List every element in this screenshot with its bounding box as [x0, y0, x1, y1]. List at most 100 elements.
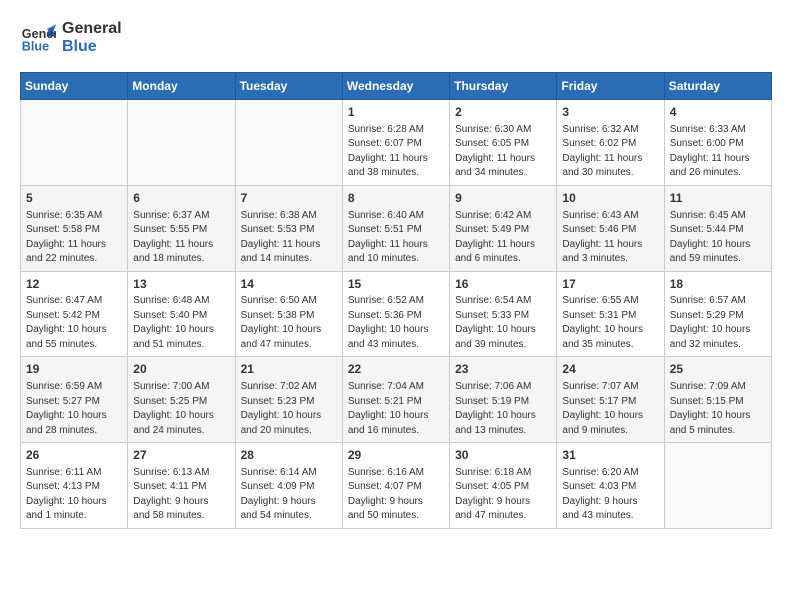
- day-number: 5: [26, 190, 122, 207]
- calendar-cell: 15Sunrise: 6:52 AM Sunset: 5:36 PM Dayli…: [342, 271, 449, 357]
- day-info: Sunrise: 6:14 AM Sunset: 4:09 PM Dayligh…: [241, 466, 337, 524]
- day-number: 23: [455, 361, 551, 378]
- calendar-cell: 3 Sunrise: 6:32 AM Sunset: 6:02 PM Daylig…: [557, 100, 664, 186]
- day-info: Sunrise: 6:28 AM Sunset: 6:07 PM Dayligh…: [348, 123, 444, 181]
- logo-blue: Blue: [62, 38, 122, 56]
- day-info: Sunrise: 7:06 AM Sunset: 5:19 PM Dayligh…: [455, 380, 551, 438]
- calendar-cell: 1Sunrise: 6:28 AM Sunset: 6:07 PM Daylig…: [342, 100, 449, 186]
- day-info: Sunrise: 6:45 AM Sunset: 5:44 PM Dayligh…: [670, 209, 766, 267]
- logo-icon: General Blue: [20, 20, 56, 56]
- calendar-cell: 24 Sunrise: 7:07 AM Sunset: 5:17 PM Dayli…: [557, 357, 664, 443]
- calendar-cell: 6Sunrise: 6:37 AM Sunset: 5:55 PM Daylig…: [128, 185, 235, 271]
- calendar-header: SundayMondayTuesdayWednesdayThursdayFrid…: [21, 73, 772, 100]
- calendar-cell: 8Sunrise: 6:40 AM Sunset: 5:51 PM Daylig…: [342, 185, 449, 271]
- day-number: 26: [26, 447, 122, 464]
- day-number: 9: [455, 190, 551, 207]
- day-number: 29: [348, 447, 444, 464]
- day-info: Sunrise: 7:00 AM Sunset: 5:25 PM Dayligh…: [133, 380, 229, 438]
- day-header-tuesday: Tuesday: [235, 73, 342, 100]
- day-info: Sunrise: 6:35 AM Sunset: 5:58 PM Dayligh…: [26, 209, 122, 267]
- day-info: Sunrise: 6:40 AM Sunset: 5:51 PM Dayligh…: [348, 209, 444, 267]
- calendar-cell: 12Sunrise: 6:47 AM Sunset: 5:42 PM Dayli…: [21, 271, 128, 357]
- day-info: Sunrise: 7:07 AM Sunset: 5:17 PM Dayligh…: [562, 380, 658, 438]
- logo: General Blue General Blue: [20, 20, 122, 56]
- calendar-cell: 19Sunrise: 6:59 AM Sunset: 5:27 PM Dayli…: [21, 357, 128, 443]
- calendar-cell: 31 Sunrise: 6:20 AM Sunset: 4:03 PM Dayli…: [557, 443, 664, 529]
- calendar-cell: 16Sunrise: 6:54 AM Sunset: 5:33 PM Dayli…: [450, 271, 557, 357]
- day-info: Sunrise: 6:38 AM Sunset: 5:53 PM Dayligh…: [241, 209, 337, 267]
- day-info: Sunrise: 6:11 AM Sunset: 4:13 PM Dayligh…: [26, 466, 122, 524]
- calendar-cell: 30 Sunrise: 6:18 AM Sunset: 4:05 PM Dayli…: [450, 443, 557, 529]
- day-number: 11: [670, 190, 766, 207]
- day-header-saturday: Saturday: [664, 73, 771, 100]
- day-number: 15: [348, 276, 444, 293]
- day-number: 10: [562, 190, 658, 207]
- calendar-cell: 28 Sunrise: 6:14 AM Sunset: 4:09 PM Dayli…: [235, 443, 342, 529]
- day-header-wednesday: Wednesday: [342, 73, 449, 100]
- day-number: 16: [455, 276, 551, 293]
- day-number: 7: [241, 190, 337, 207]
- day-info: Sunrise: 6:42 AM Sunset: 5:49 PM Dayligh…: [455, 209, 551, 267]
- day-info: Sunrise: 6:33 AM Sunset: 6:00 PM Dayligh…: [670, 123, 766, 181]
- calendar-cell: 14Sunrise: 6:50 AM Sunset: 5:38 PM Dayli…: [235, 271, 342, 357]
- calendar-cell: 11 Sunrise: 6:45 AM Sunset: 5:44 PM Dayli…: [664, 185, 771, 271]
- day-number: 20: [133, 361, 229, 378]
- calendar-cell: 22 Sunrise: 7:04 AM Sunset: 5:21 PM Dayli…: [342, 357, 449, 443]
- calendar-cell: 25Sunrise: 7:09 AM Sunset: 5:15 PM Dayli…: [664, 357, 771, 443]
- calendar-cell: [21, 100, 128, 186]
- calendar-cell: [128, 100, 235, 186]
- day-number: 19: [26, 361, 122, 378]
- day-info: Sunrise: 6:16 AM Sunset: 4:07 PM Dayligh…: [348, 466, 444, 524]
- day-info: Sunrise: 6:20 AM Sunset: 4:03 PM Dayligh…: [562, 466, 658, 524]
- day-number: 31: [562, 447, 658, 464]
- calendar-cell: 7 Sunrise: 6:38 AM Sunset: 5:53 PM Daylig…: [235, 185, 342, 271]
- day-number: 24: [562, 361, 658, 378]
- day-header-monday: Monday: [128, 73, 235, 100]
- page-header: General Blue General Blue: [20, 20, 772, 56]
- calendar-table: SundayMondayTuesdayWednesdayThursdayFrid…: [20, 72, 772, 529]
- day-info: Sunrise: 6:37 AM Sunset: 5:55 PM Dayligh…: [133, 209, 229, 267]
- day-info: Sunrise: 6:48 AM Sunset: 5:40 PM Dayligh…: [133, 294, 229, 352]
- day-info: Sunrise: 6:47 AM Sunset: 5:42 PM Dayligh…: [26, 294, 122, 352]
- calendar-cell: 18Sunrise: 6:57 AM Sunset: 5:29 PM Dayli…: [664, 271, 771, 357]
- day-info: Sunrise: 6:54 AM Sunset: 5:33 PM Dayligh…: [455, 294, 551, 352]
- day-number: 13: [133, 276, 229, 293]
- day-number: 2: [455, 104, 551, 121]
- day-number: 25: [670, 361, 766, 378]
- calendar-cell: 21Sunrise: 7:02 AM Sunset: 5:23 PM Dayli…: [235, 357, 342, 443]
- day-number: 27: [133, 447, 229, 464]
- day-number: 14: [241, 276, 337, 293]
- day-number: 30: [455, 447, 551, 464]
- calendar-cell: 27Sunrise: 6:13 AM Sunset: 4:11 PM Dayli…: [128, 443, 235, 529]
- day-number: 3: [562, 104, 658, 121]
- calendar-cell: 20 Sunrise: 7:00 AM Sunset: 5:25 PM Dayli…: [128, 357, 235, 443]
- calendar-cell: 9 Sunrise: 6:42 AM Sunset: 5:49 PM Daylig…: [450, 185, 557, 271]
- calendar-cell: 17Sunrise: 6:55 AM Sunset: 5:31 PM Dayli…: [557, 271, 664, 357]
- day-info: Sunrise: 7:02 AM Sunset: 5:23 PM Dayligh…: [241, 380, 337, 438]
- day-number: 17: [562, 276, 658, 293]
- calendar-cell: 4Sunrise: 6:33 AM Sunset: 6:00 PM Daylig…: [664, 100, 771, 186]
- day-header-thursday: Thursday: [450, 73, 557, 100]
- calendar-cell: 5 Sunrise: 6:35 AM Sunset: 5:58 PM Daylig…: [21, 185, 128, 271]
- calendar-cell: 13Sunrise: 6:48 AM Sunset: 5:40 PM Dayli…: [128, 271, 235, 357]
- day-number: 18: [670, 276, 766, 293]
- day-header-friday: Friday: [557, 73, 664, 100]
- day-info: Sunrise: 6:57 AM Sunset: 5:29 PM Dayligh…: [670, 294, 766, 352]
- day-number: 12: [26, 276, 122, 293]
- day-info: Sunrise: 6:50 AM Sunset: 5:38 PM Dayligh…: [241, 294, 337, 352]
- day-info: Sunrise: 6:18 AM Sunset: 4:05 PM Dayligh…: [455, 466, 551, 524]
- day-number: 22: [348, 361, 444, 378]
- logo-general: General: [62, 20, 122, 38]
- calendar-cell: 2Sunrise: 6:30 AM Sunset: 6:05 PM Daylig…: [450, 100, 557, 186]
- calendar-cell: 26 Sunrise: 6:11 AM Sunset: 4:13 PM Dayli…: [21, 443, 128, 529]
- day-info: Sunrise: 7:04 AM Sunset: 5:21 PM Dayligh…: [348, 380, 444, 438]
- calendar-cell: 10Sunrise: 6:43 AM Sunset: 5:46 PM Dayli…: [557, 185, 664, 271]
- calendar-cell: [235, 100, 342, 186]
- day-number: 28: [241, 447, 337, 464]
- svg-text:Blue: Blue: [22, 40, 49, 54]
- day-info: Sunrise: 6:32 AM Sunset: 6:02 PM Dayligh…: [562, 123, 658, 181]
- day-info: Sunrise: 6:52 AM Sunset: 5:36 PM Dayligh…: [348, 294, 444, 352]
- day-header-sunday: Sunday: [21, 73, 128, 100]
- day-info: Sunrise: 6:55 AM Sunset: 5:31 PM Dayligh…: [562, 294, 658, 352]
- calendar-cell: 23 Sunrise: 7:06 AM Sunset: 5:19 PM Dayli…: [450, 357, 557, 443]
